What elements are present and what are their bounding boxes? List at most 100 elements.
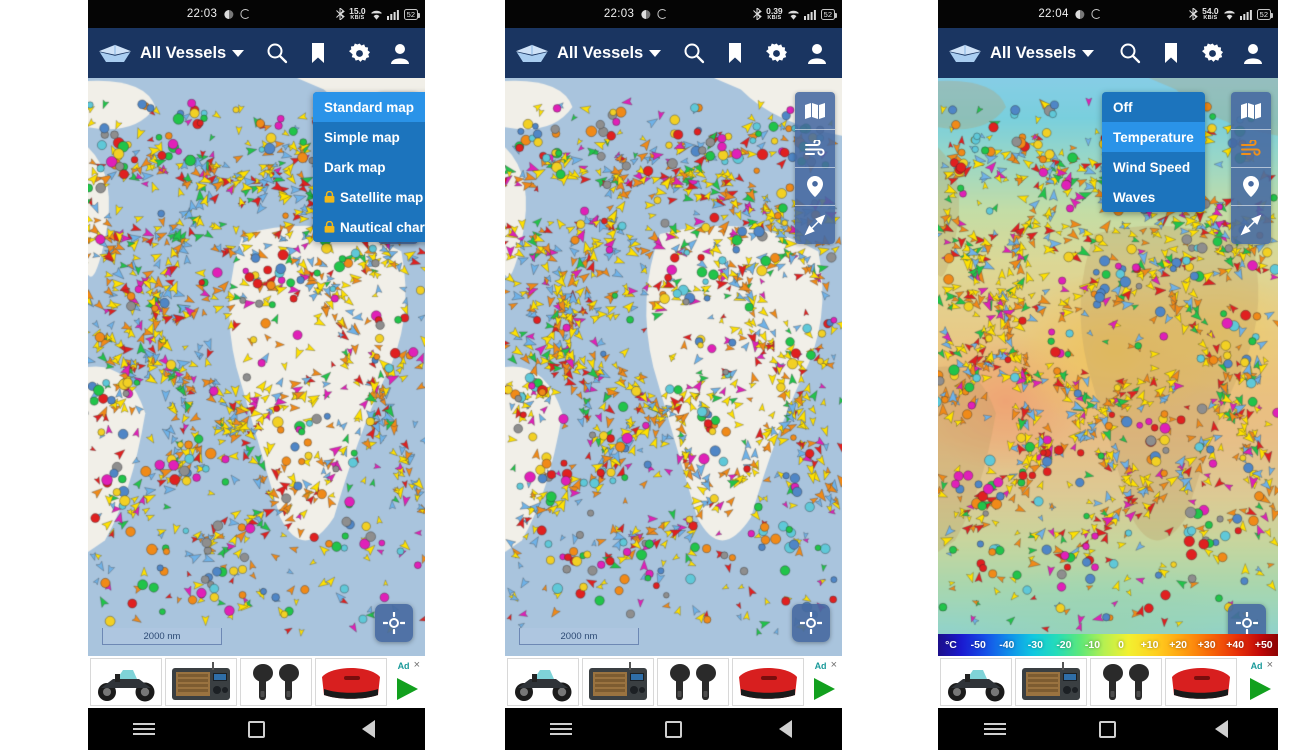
status-bar: 22:04 54.0 KB/S 52 [938,0,1278,28]
android-nav-bar[interactable] [505,708,842,750]
bookmark-icon[interactable] [718,36,752,70]
close-icon[interactable]: × [1267,660,1273,671]
ad-controls[interactable]: Ad × [390,658,423,706]
gear-icon[interactable] [1195,36,1229,70]
menu-item-standard-map[interactable]: Standard map [313,92,425,122]
search-icon[interactable] [260,36,294,70]
map-view[interactable]: 2000 nm [505,78,842,656]
signal-icon [803,9,816,20]
map-view[interactable]: Off Temperature Wind Speed Waves °C -50 -40 -3… [938,78,1278,656]
map-layers-button[interactable] [1231,92,1271,130]
recents-button[interactable] [131,716,157,742]
locate-me-button[interactable] [375,604,413,642]
menu-item-satellite-map[interactable]: Satellite map [313,182,425,212]
bookmark-icon[interactable] [301,36,335,70]
status-bar: 22:03 0.39 KB/S 52 [505,0,842,28]
home-button[interactable] [660,716,686,742]
ad-product-earbuds[interactable] [1090,658,1162,706]
menu-item-label: Standard map [324,99,415,115]
vessel-filter-dropdown[interactable]: All Vessels [557,44,662,63]
phone-screenshot-3: 22:04 54.0 KB/S 52 All Vessels Off Tempe… [938,0,1278,750]
legend-tick: +20 [1169,639,1187,651]
legend-tick: +10 [1140,639,1159,651]
map-controls[interactable] [1231,92,1271,244]
map-controls[interactable] [795,92,835,244]
status-moon-icon [1075,9,1085,19]
ad-product-go-kart[interactable] [940,658,1012,706]
menu-item-nautical-charts[interactable]: Nautical charts [313,212,425,242]
search-icon[interactable] [1113,36,1147,70]
ad-banner[interactable]: Ad × [505,656,842,708]
menu-item-label: Off [1113,99,1133,115]
menu-item-waves[interactable]: Waves [1102,182,1205,212]
navigate-button[interactable] [1231,206,1271,244]
close-icon[interactable]: × [414,660,420,671]
ad-product-go-kart[interactable] [507,658,579,706]
account-icon[interactable] [1236,36,1270,70]
ad-label: Ad [814,660,827,671]
android-nav-bar[interactable] [938,708,1278,750]
menu-item-simple-map[interactable]: Simple map [313,122,425,152]
bookmark-icon[interactable] [1154,36,1188,70]
map-icon [1241,102,1261,119]
ad-controls[interactable]: Ad × [807,658,840,706]
ad-label: Ad [1250,660,1263,671]
ad-product-radio[interactable] [1015,658,1087,706]
ad-product-go-kart[interactable] [90,658,162,706]
back-button[interactable] [356,716,382,742]
home-button[interactable] [243,716,269,742]
ad-label-group: Ad × [398,660,420,671]
signal-icon [386,9,399,20]
play-icon[interactable] [397,678,418,700]
vessel-filter-dropdown[interactable]: All Vessels [140,44,245,63]
ad-product-red-bag[interactable] [1165,658,1237,706]
play-icon[interactable] [1250,678,1271,700]
places-button[interactable] [1231,168,1271,206]
map-style-menu[interactable]: Standard map Simple map Dark map Satellite … [313,92,425,242]
battery-indicator: 52 [403,8,421,20]
search-icon[interactable] [677,36,711,70]
network-rate: 15.0 KB/S [349,6,366,21]
account-icon[interactable] [800,36,834,70]
ad-product-radio[interactable] [582,658,654,706]
close-icon[interactable]: × [831,660,837,671]
gear-icon[interactable] [342,36,376,70]
chevron-down-icon [232,49,245,57]
menu-item-wind-speed[interactable]: Wind Speed [1102,152,1205,182]
ad-product-earbuds[interactable] [657,658,729,706]
weather-button[interactable] [795,130,835,168]
ad-banner[interactable]: Ad × [938,656,1278,708]
status-left: 22:03 [604,8,668,20]
places-button[interactable] [795,168,835,206]
recents-button[interactable] [548,716,574,742]
ad-product-red-bag[interactable] [732,658,804,706]
map-view[interactable]: Standard map Simple map Dark map Satellite … [88,78,425,656]
android-nav-bar[interactable] [88,708,425,750]
back-button[interactable] [1208,716,1234,742]
account-icon[interactable] [383,36,417,70]
gear-icon[interactable] [759,36,793,70]
compass-icon [804,214,826,236]
lock-icon [324,221,335,233]
ad-product-red-bag[interactable] [315,658,387,706]
back-button[interactable] [773,716,799,742]
weather-layer-menu[interactable]: Off Temperature Wind Speed Waves [1102,92,1205,212]
map-layers-button[interactable] [795,92,835,130]
navigate-button[interactable] [795,206,835,244]
recents-button[interactable] [982,716,1008,742]
battery-indicator: 52 [820,8,838,20]
signal-icon [1239,9,1252,20]
menu-item-dark-map[interactable]: Dark map [313,152,425,182]
menu-item-temperature[interactable]: Temperature [1102,122,1205,152]
play-icon[interactable] [814,678,835,700]
vessel-filter-dropdown[interactable]: All Vessels [990,44,1095,63]
ad-product-radio[interactable] [165,658,237,706]
ad-banner[interactable]: Ad × [88,656,425,708]
ad-label-group: Ad × [815,660,837,671]
menu-item-off[interactable]: Off [1102,92,1205,122]
ad-controls[interactable]: Ad × [1240,658,1276,706]
weather-button[interactable] [1231,130,1271,168]
ad-product-earbuds[interactable] [240,658,312,706]
locate-me-button[interactable] [792,604,830,642]
home-button[interactable] [1095,716,1121,742]
